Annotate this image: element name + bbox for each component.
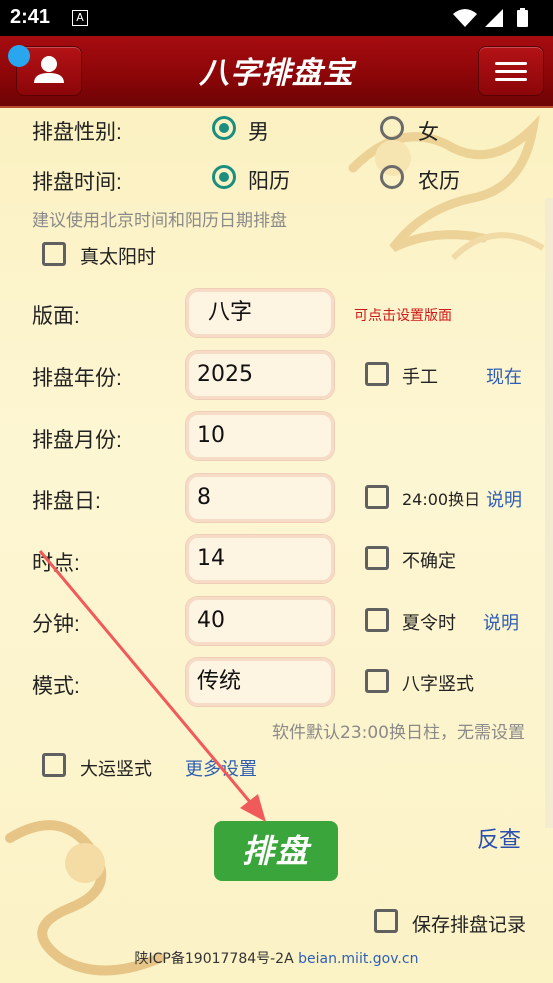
uncertain-checkbox[interactable] — [365, 546, 389, 570]
gender-male-label[interactable]: 男 — [248, 116, 269, 146]
more-settings-link[interactable]: 更多设置 — [185, 755, 257, 781]
dayun-checkbox[interactable] — [42, 753, 66, 777]
battery-icon — [517, 8, 528, 27]
default-setting-hint: 软件默认23:00换日柱，无需设置 — [272, 723, 525, 743]
calendar-lunar-radio[interactable] — [380, 165, 404, 189]
app-logo: 八字排盘宝 — [199, 56, 354, 91]
wifi-icon — [453, 9, 477, 27]
status-icons — [451, 8, 541, 32]
minute-label: 分钟: — [32, 613, 80, 636]
menu-icon-line — [495, 62, 527, 65]
reverse-lookup-link[interactable]: 反查 — [477, 822, 521, 854]
notification-icon: A — [72, 10, 88, 26]
scroll-edge — [545, 198, 553, 828]
paipan-button[interactable]: 排盘 — [214, 821, 338, 881]
year-label: 排盘年份: — [32, 367, 122, 390]
dayun-label[interactable]: 大运竖式 — [80, 755, 152, 781]
layout-input[interactable]: 八字 — [186, 289, 334, 337]
dst-label[interactable]: 夏令时 — [402, 609, 456, 635]
day-change-checkbox[interactable] — [365, 485, 389, 509]
calendar-solar-label[interactable]: 阳历 — [248, 165, 290, 195]
floating-dot[interactable] — [8, 45, 30, 67]
save-record-label[interactable]: 保存排盘记录 — [412, 910, 526, 937]
now-link[interactable]: 现在 — [486, 363, 522, 389]
menu-icon-line — [495, 70, 527, 73]
vertical-bazi-label[interactable]: 八字竖式 — [402, 670, 474, 696]
footer: 陕ICP备19017784号-2A beian.miit.gov.cn — [0, 948, 553, 968]
gender-female-label[interactable]: 女 — [418, 116, 439, 146]
calendar-label: 排盘时间: — [32, 171, 122, 194]
save-record-checkbox[interactable] — [374, 909, 398, 933]
dst-explain-link[interactable]: 说明 — [483, 609, 519, 635]
day-change-label[interactable]: 24:00换日 — [402, 486, 480, 510]
layout-label: 版面: — [32, 305, 80, 328]
day-label: 排盘日: — [32, 490, 101, 513]
mode-input[interactable]: 传统 — [186, 658, 334, 706]
calendar-lunar-label[interactable]: 农历 — [418, 165, 460, 195]
true-solar-label[interactable]: 真太阳时 — [80, 242, 156, 269]
day-input[interactable]: 8 — [186, 474, 334, 522]
true-solar-checkbox[interactable] — [42, 242, 66, 266]
beijing-time-hint: 建议使用北京时间和阳历日期排盘 — [32, 211, 287, 231]
calendar-solar-radio[interactable] — [212, 165, 236, 189]
gender-female-radio[interactable] — [380, 116, 404, 140]
menu-icon-line — [495, 78, 527, 81]
layout-hint[interactable]: 可点击设置版面 — [354, 305, 452, 325]
icp-link[interactable]: beian.miit.gov.cn — [298, 951, 418, 967]
signal-icon — [485, 9, 503, 27]
gender-male-radio[interactable] — [212, 116, 236, 140]
app-bar: 八字排盘宝 — [0, 36, 553, 108]
manual-label[interactable]: 手工 — [402, 363, 438, 389]
month-input[interactable]: 10 — [186, 412, 334, 460]
dragon-decoration-top — [348, 114, 545, 261]
minute-input[interactable]: 40 — [186, 597, 334, 645]
day-explain-link[interactable]: 说明 — [486, 486, 522, 512]
icp-number: 陕ICP备19017784号-2A — [134, 951, 294, 967]
mode-label: 模式: — [32, 675, 80, 698]
form-area: 排盘性别: 男 女 排盘时间: 阳历 农历 建议使用北京时间和阳历日期排盘 真太… — [0, 108, 553, 983]
hour-input[interactable]: 14 — [186, 535, 334, 583]
gender-label: 排盘性别: — [32, 121, 122, 144]
dst-checkbox[interactable] — [365, 608, 389, 632]
menu-button[interactable] — [478, 46, 544, 96]
hour-label: 时点: — [32, 552, 80, 575]
vertical-bazi-checkbox[interactable] — [365, 669, 389, 693]
status-time: 2:41 — [10, 6, 51, 28]
manual-checkbox[interactable] — [365, 362, 389, 386]
status-bar: 2:41 A — [0, 0, 553, 36]
uncertain-label[interactable]: 不确定 — [402, 547, 456, 573]
month-label: 排盘月份: — [32, 429, 122, 452]
year-input[interactable]: 2025 — [186, 351, 334, 399]
